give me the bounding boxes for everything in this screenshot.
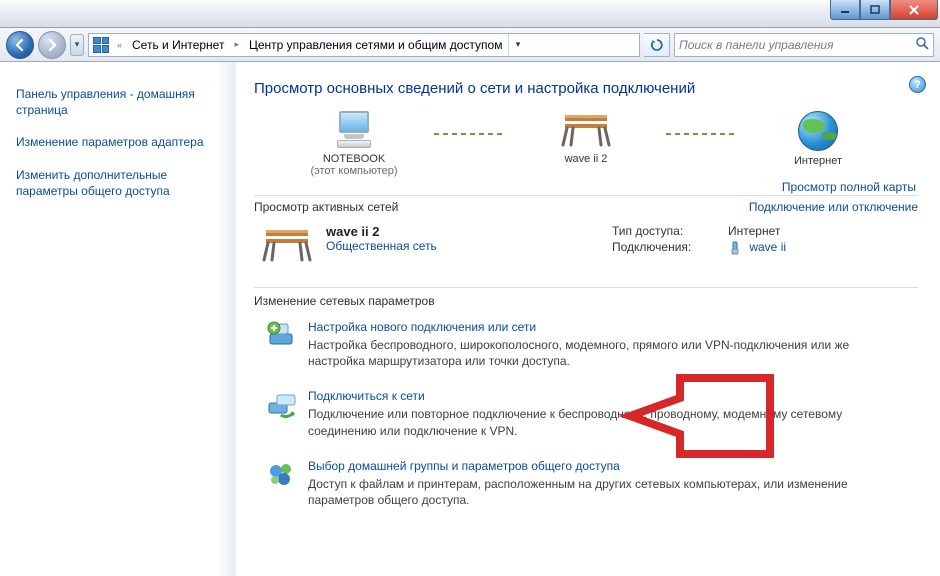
minimize-button[interactable]: [830, 0, 860, 20]
refresh-button[interactable]: [644, 33, 670, 57]
task-link[interactable]: Подключиться к сети: [308, 389, 888, 403]
network-properties: Тип доступа: Интернет Подключения: wave …: [612, 224, 912, 257]
address-dropdown[interactable]: ▾: [508, 34, 526, 56]
network-map: NOTEBOOK (этот компьютер) wave ii 2: [254, 111, 918, 189]
breadcrumb-segment[interactable]: Сеть и Интернет: [130, 38, 226, 52]
page-title: Просмотр основных сведений о сети и наст…: [254, 80, 918, 97]
connect-network-icon: [266, 389, 300, 438]
main-content: ? Просмотр основных сведений о сети и на…: [236, 62, 940, 576]
task-setup-connection: Настройка нового подключения или сети На…: [254, 320, 918, 369]
sidebar: Панель управления - домашняя страница Из…: [0, 62, 236, 576]
map-node-network: wave ii 2: [516, 111, 656, 165]
task-connect-network: Подключиться к сети Подключение или повт…: [254, 389, 918, 438]
history-dropdown[interactable]: ▾: [70, 34, 84, 56]
control-panel-icon: [93, 37, 109, 53]
setup-connection-icon: [266, 320, 300, 369]
homegroup-icon: [266, 459, 300, 508]
map-node-computer: NOTEBOOK (этот компьютер): [284, 111, 424, 177]
search-icon: [915, 36, 929, 53]
map-node-internet: Интернет: [748, 111, 888, 167]
map-node-label: Интернет: [748, 155, 888, 167]
map-node-sublabel: (этот компьютер): [284, 165, 424, 177]
forward-button[interactable]: [38, 31, 66, 59]
connection-link[interactable]: wave ii: [728, 240, 912, 255]
bench-icon: [559, 111, 613, 149]
task-description: Подключение или повторное подключение к …: [308, 406, 888, 438]
globe-icon: [798, 111, 838, 151]
task-link[interactable]: Настройка нового подключения или сети: [308, 320, 888, 334]
adapter-icon: [728, 241, 742, 255]
back-button[interactable]: [6, 31, 34, 59]
section-title: Просмотр активных сетей: [254, 200, 749, 214]
task-description: Доступ к файлам и принтерам, расположенн…: [308, 476, 888, 508]
network-params-header: Изменение сетевых параметров: [254, 287, 918, 308]
chevron-right-icon: «: [113, 40, 126, 50]
search-placeholder: Поиск в панели управления: [679, 38, 834, 52]
prop-label: Тип доступа:: [612, 224, 728, 238]
sidebar-item-home[interactable]: Панель управления - домашняя страница: [16, 86, 220, 118]
computer-icon: [333, 111, 375, 149]
connection-line-icon: [434, 133, 506, 135]
active-network-row: wave ii 2 Общественная сеть Тип доступа:…: [254, 214, 918, 283]
chevron-right-icon: ▸: [230, 39, 243, 50]
navigation-bar: ▾ « Сеть и Интернет ▸ Центр управления с…: [0, 28, 940, 62]
bench-icon: [260, 224, 316, 267]
network-profile-link[interactable]: Общественная сеть: [326, 239, 546, 253]
task-homegroup: Выбор домашней группы и параметров общег…: [254, 459, 918, 508]
connection-line-icon: [666, 133, 738, 135]
help-icon[interactable]: ?: [909, 76, 926, 93]
sidebar-item-advanced-sharing[interactable]: Изменить дополнительные параметры общего…: [16, 167, 220, 199]
address-bar[interactable]: « Сеть и Интернет ▸ Центр управления сет…: [88, 33, 640, 57]
connect-disconnect-link[interactable]: Подключение или отключение: [749, 200, 918, 214]
prop-value: Интернет: [728, 224, 912, 238]
maximize-button[interactable]: [860, 0, 890, 20]
close-button[interactable]: [890, 0, 938, 20]
sidebar-item-adapter-settings[interactable]: Изменение параметров адаптера: [16, 134, 220, 150]
breadcrumb-segment[interactable]: Центр управления сетями и общим доступом: [247, 38, 505, 52]
map-node-label: wave ii 2: [516, 153, 656, 165]
search-input[interactable]: Поиск в панели управления: [674, 33, 934, 57]
window-titlebar: [0, 0, 940, 28]
task-link[interactable]: Выбор домашней группы и параметров общег…: [308, 459, 888, 473]
map-node-label: NOTEBOOK: [284, 153, 424, 165]
network-name: wave ii 2: [326, 224, 546, 239]
task-description: Настройка беспроводного, широкополосного…: [308, 337, 888, 369]
prop-label: Подключения:: [612, 240, 728, 255]
window-controls: [830, 0, 938, 20]
active-networks-header: Просмотр активных сетей Подключение или …: [254, 195, 918, 214]
